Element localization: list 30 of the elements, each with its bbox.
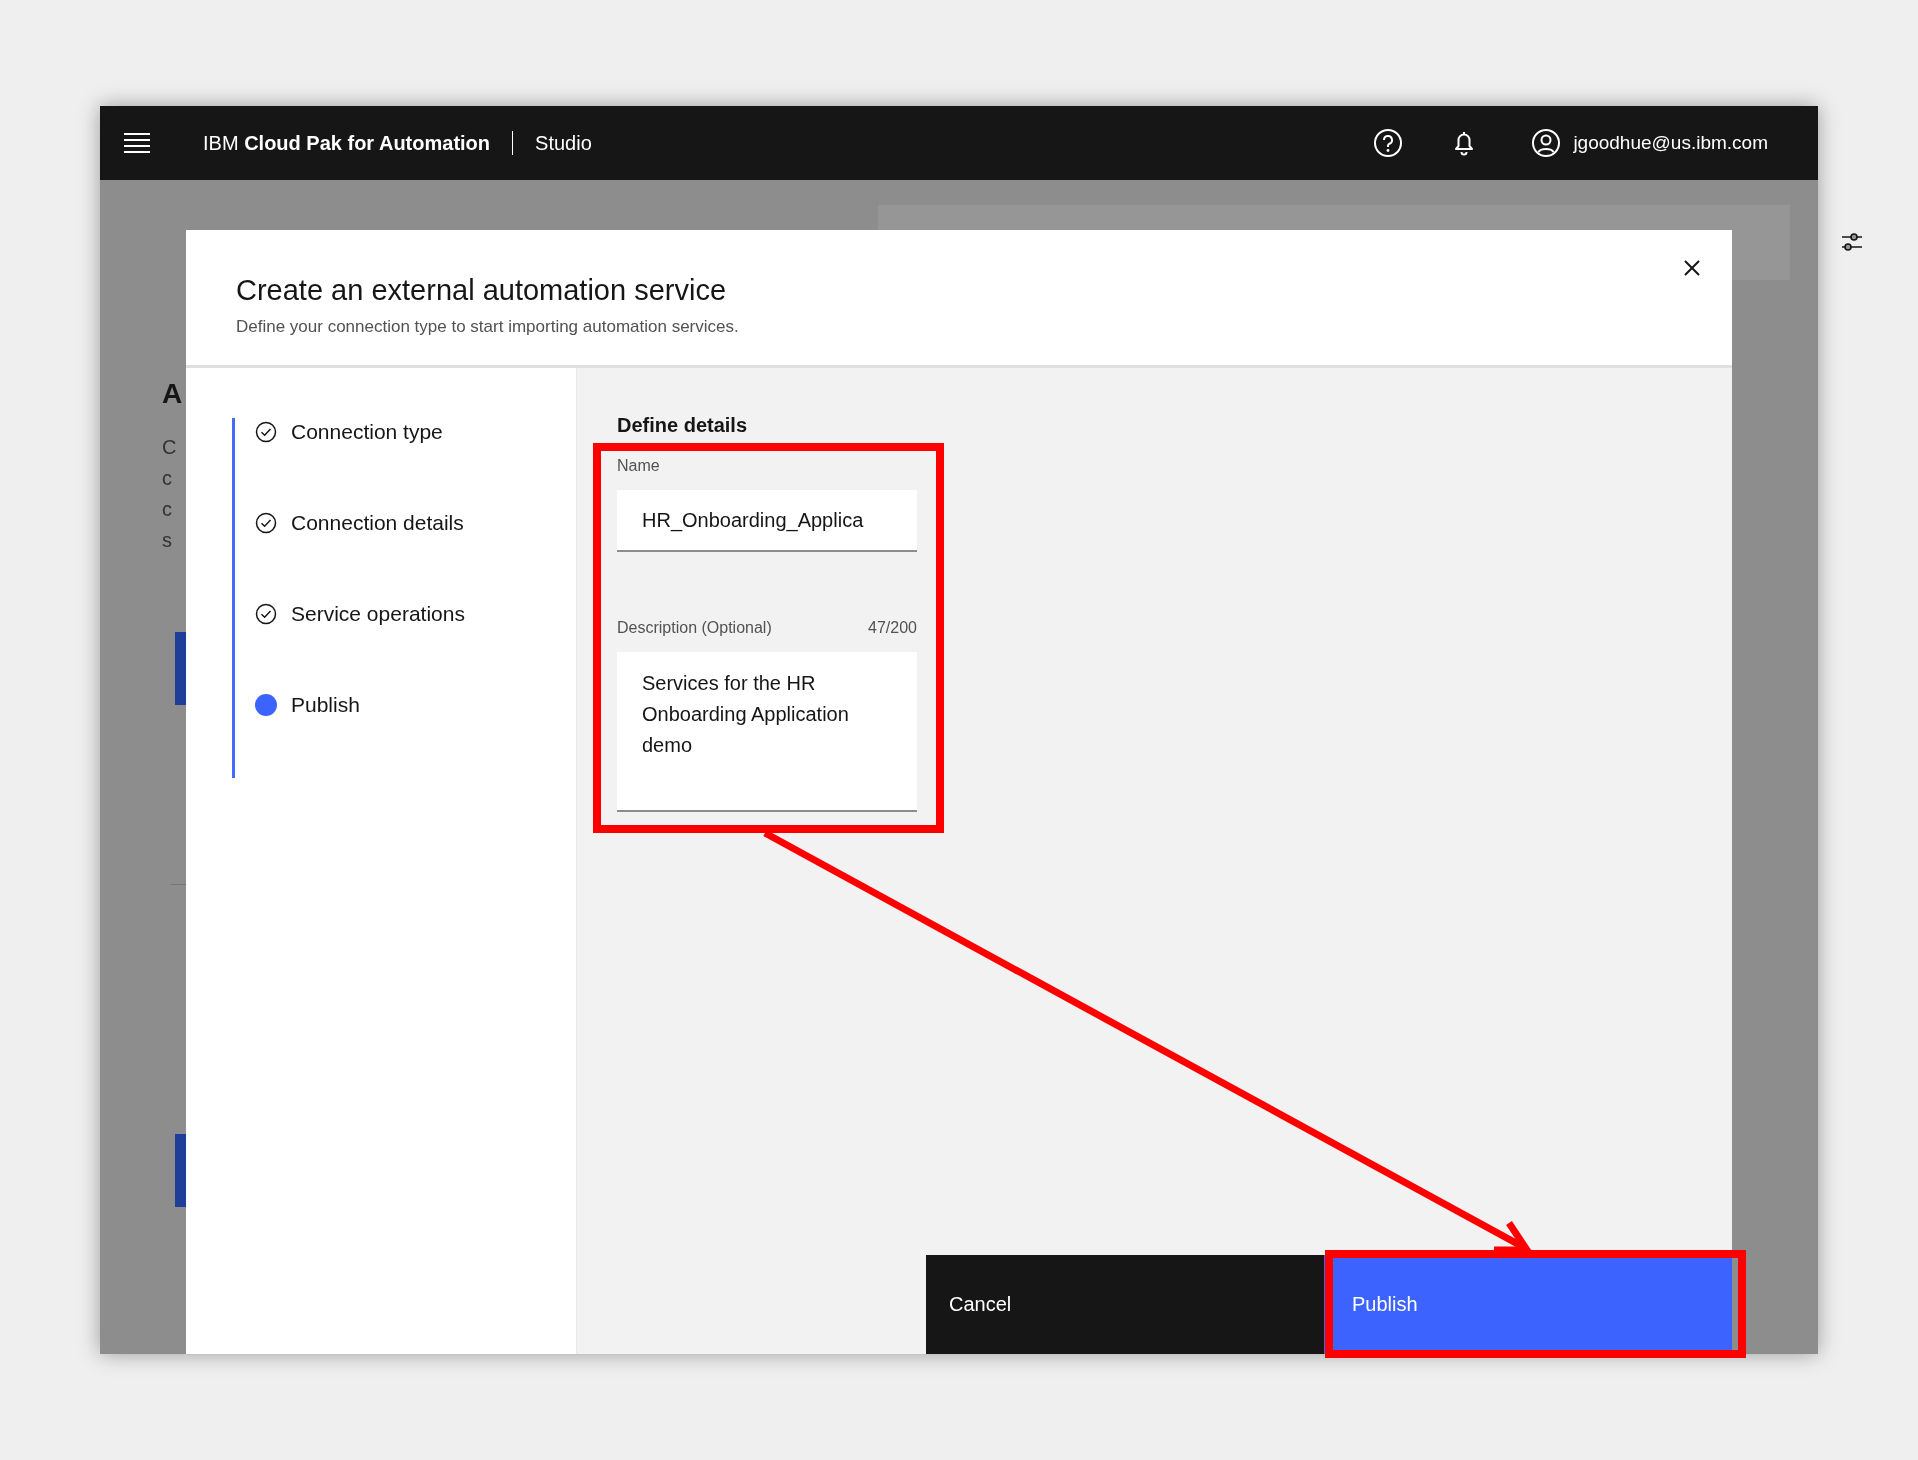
user-account-menu[interactable]: jgoodhue@us.ibm.com <box>1531 128 1768 158</box>
filter-sliders-icon <box>1840 232 1864 254</box>
modal-subtitle: Define your connection type to start importing automation services. <box>236 316 740 338</box>
check-circle-icon <box>255 602 277 625</box>
progress-step[interactable]: Service operations <box>255 602 576 625</box>
background-text: C <box>162 435 177 460</box>
help-icon[interactable] <box>1373 128 1404 158</box>
primary-button[interactable]: Publish <box>1324 1255 1732 1354</box>
product-name-link[interactable]: IBM Cloud Pak for Automation <box>203 128 491 158</box>
user-avatar-icon <box>1531 128 1562 158</box>
background-text: c <box>162 466 172 491</box>
section-label: Studio <box>535 131 592 156</box>
check-circle-icon <box>255 511 277 534</box>
character-counter: 47/200 <box>868 618 917 638</box>
current-step-icon <box>255 693 277 716</box>
menu-icon[interactable] <box>124 133 150 153</box>
check-circle-icon <box>255 420 277 443</box>
field-label: Description (Optional) <box>617 618 772 638</box>
progress-step[interactable]: Publish <box>255 693 576 716</box>
field-label: Name <box>617 456 661 476</box>
modal-title: Create an external automation service <box>236 273 728 308</box>
progress-step[interactable]: Connection type <box>255 420 576 443</box>
progress-step[interactable]: Connection details <box>255 511 576 534</box>
secondary-button[interactable]: Cancel <box>926 1255 1324 1354</box>
description-textarea[interactable]: Services for the HR Onboarding Application demo <box>617 652 917 812</box>
background-text: A <box>162 377 183 411</box>
background-text: s <box>162 528 172 553</box>
section-heading: Define details <box>617 413 749 438</box>
name-input-field[interactable]: HR_Onboarding_Applica <box>617 490 917 552</box>
background-text: c <box>162 497 172 522</box>
